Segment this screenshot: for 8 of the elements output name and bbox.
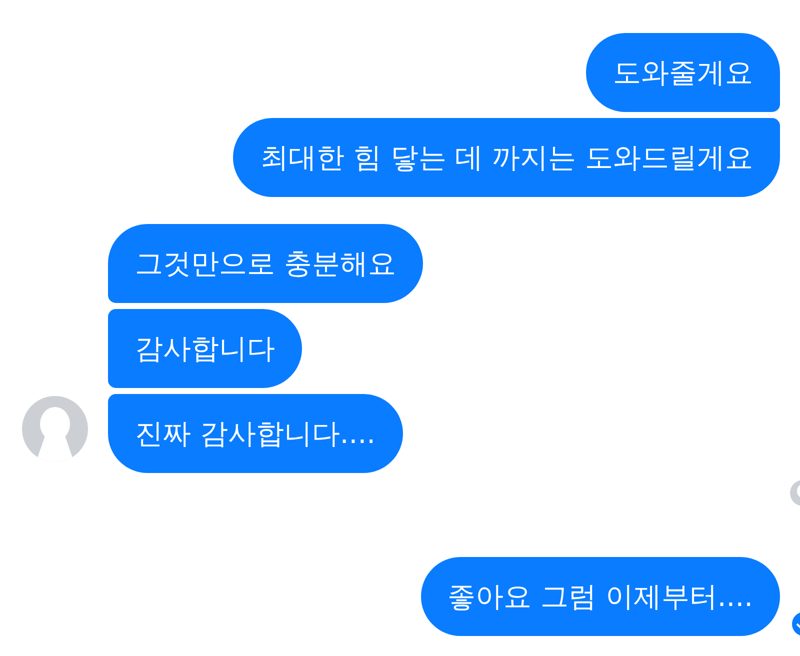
message-bubble: 감사합니다 (108, 309, 302, 388)
message-bubble: 좋아요 그럼 이제부터.... (420, 557, 780, 636)
message-bubble: 최대한 힘 닿는 데 까지는 도와드릴게요 (233, 118, 780, 197)
message-bubble: 진짜 감사합니다.... (108, 394, 403, 473)
avatar-silhouette-icon (22, 396, 88, 462)
message-bubble: 도와줄게요 (586, 33, 780, 112)
message-bubble: 그것만으로 충분해요 (108, 224, 423, 303)
seen-avatar-icon (790, 480, 800, 506)
